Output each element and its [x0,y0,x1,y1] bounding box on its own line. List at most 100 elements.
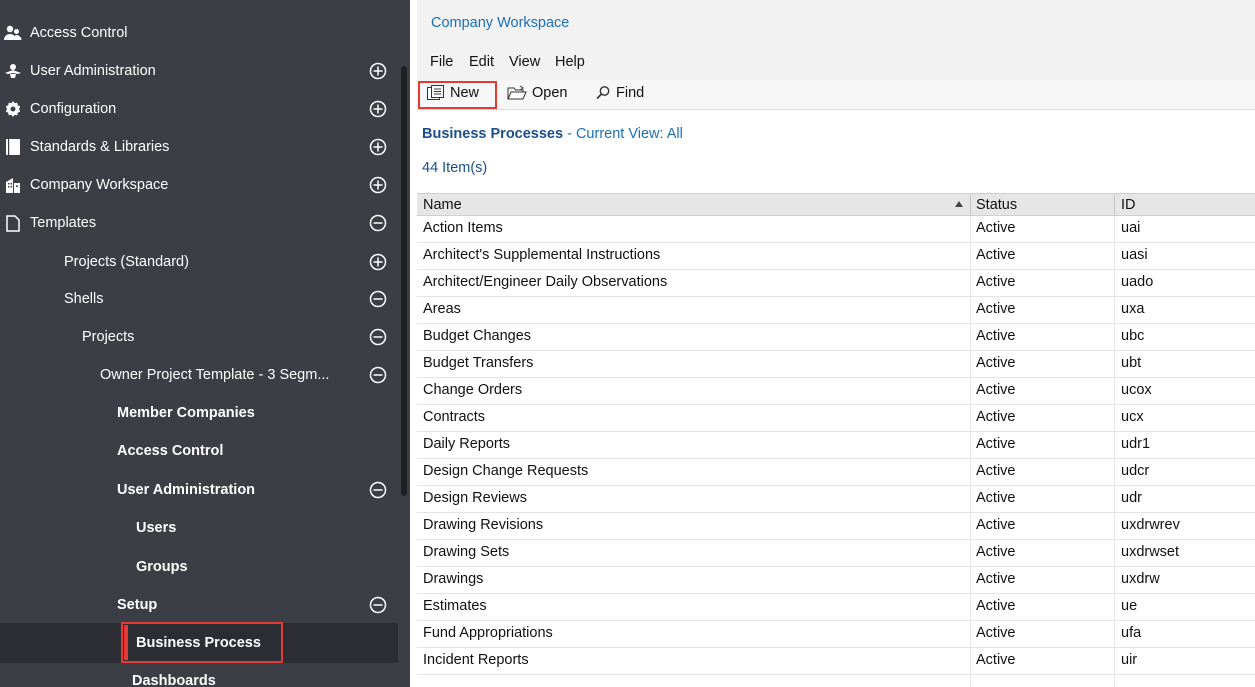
table-row[interactable]: Budget Changes Active ubc [417,324,1255,351]
sidebar-item-label: Standards & Libraries [30,139,170,155]
status-cell: Active [976,625,1016,641]
sidebar-item-label: Projects [82,329,135,345]
collapse-icon[interactable] [369,290,387,308]
status-cell: Active [976,652,1016,668]
status-cell: Active [976,355,1016,371]
status-cell: Active [976,571,1016,587]
sidebar-item-user-administration[interactable]: User Administration [0,52,398,90]
user-admin-icon [4,62,22,80]
column-divider[interactable] [1114,194,1115,216]
sidebar-item-groups[interactable]: Groups [0,548,398,586]
collapse-icon[interactable] [369,481,387,499]
table-row[interactable]: Change Orders Active ucox [417,378,1255,405]
column-divider[interactable] [970,194,971,216]
table-row[interactable]: Fund Appropriations Active ufa [417,621,1255,648]
sidebar-item-dashboards[interactable]: Dashboards [0,662,398,687]
table-row[interactable]: Estimates Active ue [417,594,1255,621]
expand-icon[interactable] [369,176,387,194]
table-row[interactable]: Drawings Active uxdrw [417,567,1255,594]
name-cell: Fund Appropriations [423,625,553,641]
sidebar-item-owner-project-template[interactable]: Owner Project Template - 3 Segm... [0,356,398,394]
table-row[interactable]: Areas Active uxa [417,297,1255,324]
status-cell: Active [976,220,1016,236]
sidebar-item-label: Company Workspace [30,177,169,193]
sort-ascending-icon[interactable] [954,200,964,208]
collapse-icon[interactable] [369,366,387,384]
people-icon [4,24,22,42]
sidebar-item-access-control-sub[interactable]: Access Control [0,432,398,470]
breadcrumb-bar: Company Workspace [417,0,1255,42]
table-row[interactable]: Contracts Active ucx [417,405,1255,432]
name-cell: Drawing Sets [423,544,510,560]
find-button[interactable]: Find [595,85,644,101]
table-row[interactable]: Action Items Active uai [417,216,1255,243]
status-cell: Active [976,490,1016,506]
expand-icon[interactable] [369,62,387,80]
status-cell: Active [976,409,1016,425]
sidebar-item-label: User Administration [117,482,256,498]
building-icon [4,176,22,194]
expand-icon[interactable] [369,253,387,271]
sidebar-item-standards-libraries[interactable]: Standards & Libraries [0,128,398,166]
sidebar-item-member-companies[interactable]: Member Companies [0,394,398,432]
sidebar-item-company-workspace[interactable]: Company Workspace [0,166,398,204]
status-cell: Active [976,517,1016,533]
menu-help[interactable]: Help [555,54,585,70]
sidebar-item-user-administration-sub[interactable]: User Administration [0,471,398,509]
open-button-label: Open [532,85,568,101]
column-header-status[interactable]: Status [976,197,1017,213]
expand-icon[interactable] [369,138,387,156]
id-cell: ucox [1121,382,1152,398]
sidebar-scroll-thumb[interactable] [401,66,407,496]
sidebar-item-label: Projects (Standard) [64,254,189,270]
expand-icon[interactable] [369,100,387,118]
sidebar-item-users[interactable]: Users [0,509,398,547]
table-row[interactable]: Daily Reports Active udr1 [417,432,1255,459]
sidebar-item-projects[interactable]: Projects [0,318,398,356]
name-cell: Architect's Supplemental Instructions [423,247,661,263]
open-button[interactable]: Open [507,85,567,101]
table-row[interactable]: Incident Reports Active uir [417,648,1255,675]
column-header-id[interactable]: ID [1121,197,1136,213]
menu-edit[interactable]: Edit [469,54,494,70]
name-cell: Change Orders [423,382,523,398]
name-cell: Action Items [423,220,503,236]
id-cell: uai [1121,220,1141,236]
sidebar-item-templates[interactable]: Templates [0,204,398,242]
sidebar-item-setup[interactable]: Setup [0,586,398,624]
collapse-icon[interactable] [369,596,387,614]
id-cell: uado [1121,274,1154,290]
table-row[interactable]: Design Reviews Active udr [417,486,1255,513]
collapse-icon[interactable] [369,214,387,232]
breadcrumb[interactable]: Company Workspace [431,15,569,31]
table-row[interactable]: Architect/Engineer Daily Observations Act… [417,270,1255,297]
name-cell: Areas [423,301,461,317]
id-cell: uasi [1121,247,1148,263]
table-row[interactable]: Design Change Requests Active udcr [417,459,1255,486]
table-row[interactable]: Budget Transfers Active ubt [417,351,1255,378]
current-view[interactable]: - Current View: All [567,126,683,142]
sidebar-item-label: Access Control [30,25,128,41]
column-header-name[interactable]: Name [423,197,462,213]
sidebar-item-configuration[interactable]: Configuration [0,90,398,128]
menu-bar: File Edit View Help [417,42,1255,80]
table-row[interactable]: Drawing Revisions Active uxdrwrev [417,513,1255,540]
status-cell: Active [976,544,1016,560]
sidebar-item-label: Dashboards [132,673,216,687]
status-cell: Active [976,301,1016,317]
name-cell: Design Reviews [423,490,527,506]
sidebar-item-label: Owner Project Template - 3 Segm... [100,367,330,383]
menu-file[interactable]: File [430,54,453,70]
book-icon [4,138,22,156]
table-row[interactable]: Architect's Supplemental Instructions Act… [417,243,1255,270]
sidebar-item-shells[interactable]: Shells [0,280,398,318]
name-cell: Budget Transfers [423,355,534,371]
collapse-icon[interactable] [369,328,387,346]
sidebar-item-access-control[interactable]: Access Control [0,14,398,52]
sidebar-item-projects-standard[interactable]: Projects (Standard) [0,243,398,281]
sidebar-item-label: Templates [30,215,97,231]
sidebar-item-label: Setup [117,597,158,613]
menu-view[interactable]: View [509,54,540,70]
sidebar-item-label: Access Control [117,443,224,459]
table-row[interactable]: Drawing Sets Active uxdrwset [417,540,1255,567]
